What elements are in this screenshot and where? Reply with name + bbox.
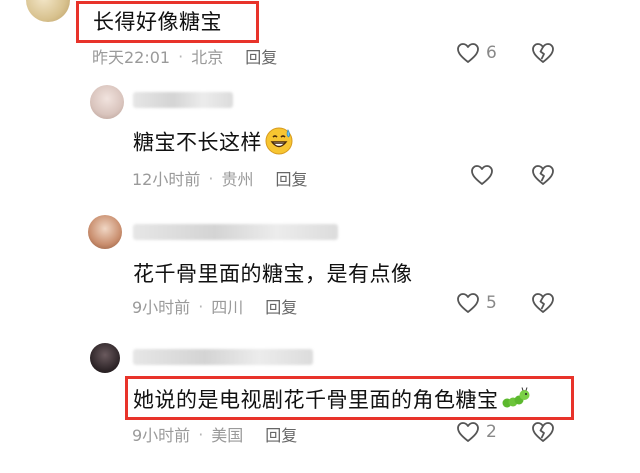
comment-meta: 12小时前 · 贵州 回复 xyxy=(132,166,308,190)
like-button[interactable] xyxy=(470,164,500,186)
blurred-username xyxy=(133,92,233,108)
heart-icon xyxy=(457,43,479,63)
like-button[interactable]: 5 xyxy=(456,292,497,314)
like-count: 6 xyxy=(486,43,497,63)
avatar[interactable] xyxy=(88,215,122,249)
meta-separator: · xyxy=(178,46,184,66)
comment-meta: 9小时前 · 美国 回复 xyxy=(132,422,297,446)
reply-button[interactable]: 回复 xyxy=(275,166,307,190)
highlight-box xyxy=(76,1,259,43)
like-button[interactable]: 6 xyxy=(456,42,497,64)
comment-time: 9小时前 xyxy=(132,426,191,445)
grin-sweat-emoji-icon xyxy=(264,126,294,161)
broken-heart-icon xyxy=(532,165,554,185)
avatar[interactable] xyxy=(90,343,120,373)
like-count: 2 xyxy=(486,422,497,442)
avatar[interactable] xyxy=(90,85,124,119)
blurred-username xyxy=(133,224,338,240)
dislike-button[interactable] xyxy=(530,42,556,68)
comment-text: 糖宝不长这样 xyxy=(133,126,294,161)
reply-button[interactable]: 回复 xyxy=(245,44,277,68)
blurred-username xyxy=(133,349,313,365)
heart-icon xyxy=(457,422,479,442)
meta-separator: · xyxy=(198,296,204,316)
broken-heart-icon xyxy=(532,293,554,313)
comment-location: 美国 xyxy=(211,426,244,445)
meta-separator: · xyxy=(208,168,214,188)
comment-meta: 9小时前 · 四川 回复 xyxy=(132,294,297,318)
reply-button[interactable]: 回复 xyxy=(265,422,297,446)
comment-location: 四川 xyxy=(211,298,244,317)
dislike-button[interactable] xyxy=(530,421,556,447)
comment-meta: 昨天22:01 · 北京 回复 xyxy=(92,44,277,68)
like-count: 5 xyxy=(486,293,497,313)
heart-icon xyxy=(471,165,493,185)
avatar[interactable] xyxy=(26,0,70,22)
heart-icon xyxy=(457,293,479,313)
comment-location: 北京 xyxy=(191,48,224,67)
reply-button[interactable]: 回复 xyxy=(265,294,297,318)
dislike-button[interactable] xyxy=(530,292,556,318)
like-button[interactable]: 2 xyxy=(456,421,497,443)
broken-heart-icon xyxy=(532,422,554,442)
comment-time: 12小时前 xyxy=(132,170,201,189)
comment-location: 贵州 xyxy=(221,170,254,189)
comment-text-content: 糖宝不长这样 xyxy=(133,130,262,155)
comment-time: 昨天22:01 xyxy=(92,48,171,67)
comment-time: 9小时前 xyxy=(132,298,191,317)
meta-separator: · xyxy=(198,424,204,444)
comment-text: 花千骨里面的糖宝，是有点像 xyxy=(133,262,413,286)
dislike-button[interactable] xyxy=(530,164,556,190)
highlight-box xyxy=(125,376,574,420)
broken-heart-icon xyxy=(532,43,554,63)
